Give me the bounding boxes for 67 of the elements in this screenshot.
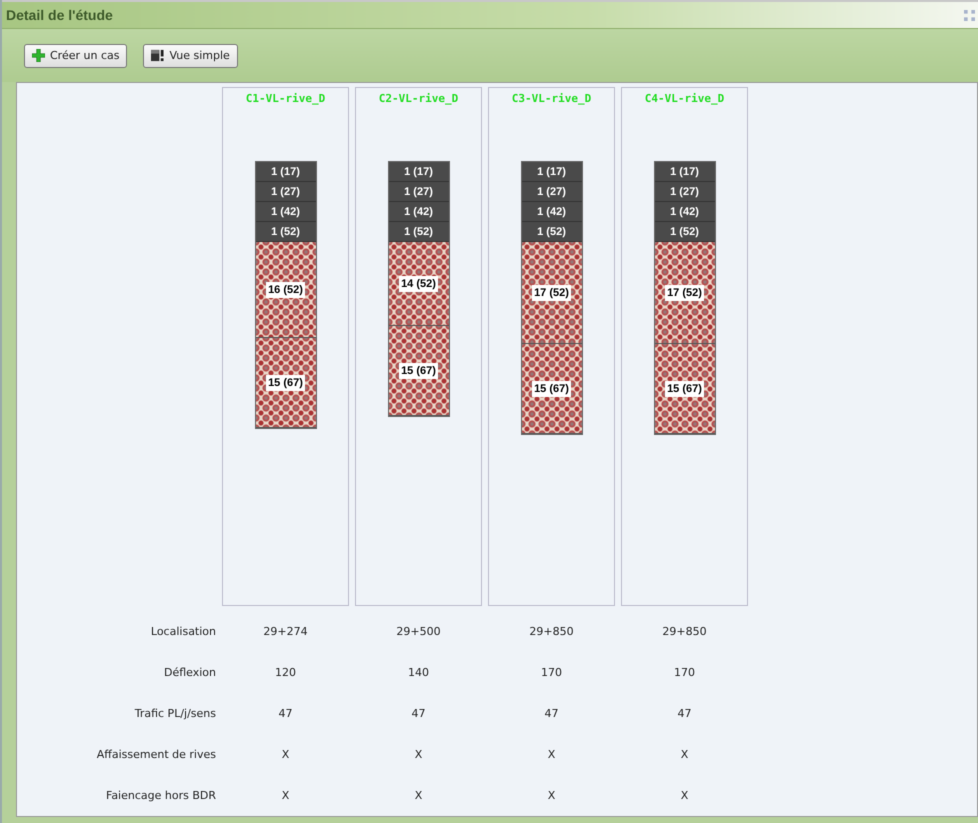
layer-label: 17 (52) xyxy=(665,284,704,300)
base-layer[interactable]: 14 (52) xyxy=(388,242,448,326)
layer-label: 16 (52) xyxy=(266,282,305,298)
base-layer[interactable]: 15 (67) xyxy=(654,344,714,434)
base-layer[interactable]: 15 (67) xyxy=(388,326,448,416)
property-label: Déflexion xyxy=(162,665,216,681)
surface-layer[interactable]: 1 (17) xyxy=(388,162,448,182)
base-layer[interactable]: 17 (52) xyxy=(654,242,714,344)
property-value: 170 xyxy=(673,665,696,681)
surface-layer[interactable]: 1 (42) xyxy=(654,202,714,222)
property-value: X xyxy=(414,788,424,804)
property-label: Trafic PL/j/sens xyxy=(134,706,216,722)
surface-layer[interactable]: 1 (17) xyxy=(654,162,714,182)
property-value: 29+850 xyxy=(661,624,708,640)
surface-layer[interactable]: 1 (52) xyxy=(522,222,582,242)
property-value: 47 xyxy=(410,706,426,722)
surface-layer[interactable]: 1 (42) xyxy=(256,202,316,222)
case-title: C2-VL-rive_D xyxy=(378,92,458,106)
property-value: 29+500 xyxy=(395,624,442,640)
base-layer[interactable]: 15 (67) xyxy=(256,338,316,428)
layer-label: 17 (52) xyxy=(532,284,571,300)
surface-layer[interactable]: 1 (27) xyxy=(388,182,448,202)
layer-label: 15 (67) xyxy=(399,362,438,378)
base-layer[interactable]: 15 (67) xyxy=(522,344,582,434)
create-case-button[interactable]: Créer un cas xyxy=(24,44,128,68)
property-value: 120 xyxy=(274,665,297,681)
property-value: 47 xyxy=(544,706,560,722)
property-value: X xyxy=(546,788,556,804)
case-title: C1-VL-rive_D xyxy=(246,92,326,106)
property-value: X xyxy=(414,747,424,763)
resize-icon[interactable] xyxy=(964,10,975,21)
surface-layer[interactable]: 1 (52) xyxy=(388,222,448,242)
simple-view-button[interactable]: Vue simple xyxy=(143,44,238,68)
surface-layer[interactable]: 1 (52) xyxy=(256,222,316,242)
base-layer[interactable]: 17 (52) xyxy=(522,242,582,344)
property-value: X xyxy=(280,788,290,804)
property-value: X xyxy=(680,788,690,804)
property-value: X xyxy=(680,747,690,763)
surface-layer[interactable]: 1 (27) xyxy=(522,182,582,202)
case-title: C3-VL-rive_D xyxy=(512,92,592,106)
property-value: 47 xyxy=(278,706,294,722)
property-value: 140 xyxy=(407,665,430,681)
layer-label: 15 (67) xyxy=(532,380,571,396)
plus-icon xyxy=(32,49,45,62)
property-label: Localisation xyxy=(150,624,216,640)
surface-layer[interactable]: 1 (17) xyxy=(256,162,316,182)
surface-layer[interactable]: 1 (52) xyxy=(654,222,714,242)
property-label: Affaissement de rives xyxy=(96,747,216,763)
case-title: C4-VL-rive_D xyxy=(644,92,724,106)
property-value: 29+850 xyxy=(528,624,575,640)
surface-layer[interactable]: 1 (17) xyxy=(522,162,582,182)
property-value: X xyxy=(280,747,290,763)
property-value: 47 xyxy=(676,706,692,722)
layer-label: 14 (52) xyxy=(399,276,438,292)
property-value: X xyxy=(546,747,556,763)
surface-layer[interactable]: 1 (27) xyxy=(256,182,316,202)
layer-label: 15 (67) xyxy=(665,380,704,396)
layer-label: 15 (67) xyxy=(266,374,305,390)
base-layer[interactable]: 16 (52) xyxy=(256,242,316,338)
property-label: Faiencage hors BDR xyxy=(105,788,216,804)
window-title: Detail de l'étude xyxy=(6,7,113,24)
layout-icon xyxy=(151,49,164,62)
property-value: 29+274 xyxy=(262,624,309,640)
property-value: 170 xyxy=(540,665,563,681)
surface-layer[interactable]: 1 (27) xyxy=(654,182,714,202)
surface-layer[interactable]: 1 (42) xyxy=(522,202,582,222)
surface-layer[interactable]: 1 (42) xyxy=(388,202,448,222)
